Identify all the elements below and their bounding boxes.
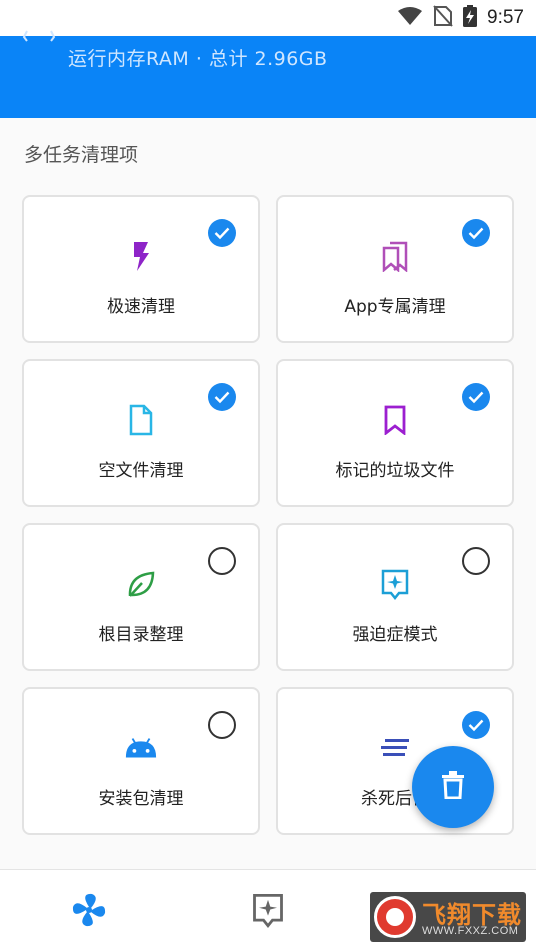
watermark: 飞翔下载 WWW.FXXZ.COM <box>370 892 526 942</box>
sparkle-box-icon <box>251 892 285 932</box>
option-label: 强迫症模式 <box>352 625 438 645</box>
cleanup-options-grid: 极速清理 App专属清理 空文件清理 标记的垃圾文件 根目录整理 强迫症模式 安… <box>22 195 514 835</box>
option-label: 空文件清理 <box>98 461 184 481</box>
leaf-icon <box>124 567 158 601</box>
trash-icon <box>441 771 465 803</box>
watermark-logo <box>374 896 416 938</box>
bookmark-icon <box>378 403 412 437</box>
option-card-empty-file-clean[interactable]: 空文件清理 <box>22 359 260 507</box>
checkbox-checked[interactable] <box>208 219 236 247</box>
checkbox-checked[interactable] <box>462 219 490 247</box>
nav-item-clean[interactable] <box>69 892 109 932</box>
watermark-url: WWW.FXXZ.COM <box>422 925 519 937</box>
option-label: 标记的垃圾文件 <box>335 461 455 481</box>
option-label: App专属清理 <box>344 297 446 317</box>
android-icon <box>124 731 158 765</box>
option-label: 极速清理 <box>107 297 175 317</box>
option-card-root-organize[interactable]: 根目录整理 <box>22 523 260 671</box>
status-time: 9:57 <box>487 7 524 28</box>
wifi-icon <box>397 6 423 30</box>
ram-header: 运行内存RAM · 总计 2.96GB <box>0 30 536 118</box>
option-card-apk-clean[interactable]: 安装包清理 <box>22 687 260 835</box>
checkbox-unchecked[interactable] <box>208 711 236 739</box>
checkbox-checked[interactable] <box>208 383 236 411</box>
sparkle-box-icon <box>378 567 412 601</box>
checkbox-checked[interactable] <box>462 383 490 411</box>
no-sim-icon <box>433 5 453 31</box>
option-card-marked-junk[interactable]: 标记的垃圾文件 <box>276 359 514 507</box>
status-bar: 9:57 <box>0 0 536 36</box>
section-title: 多任务清理项 <box>24 144 139 166</box>
option-label: 安装包清理 <box>98 789 184 809</box>
ram-total-text: 运行内存RAM · 总计 2.96GB <box>68 48 328 70</box>
chevron-icon <box>22 28 56 42</box>
bookmarks-icon <box>378 239 412 273</box>
option-card-ocd-mode[interactable]: 强迫症模式 <box>276 523 514 671</box>
clean-fab-button[interactable] <box>412 746 494 828</box>
lightning-icon <box>124 239 158 273</box>
checkbox-unchecked[interactable] <box>208 547 236 575</box>
battery-charging-icon <box>463 5 478 31</box>
option-card-app-clean[interactable]: App专属清理 <box>276 195 514 343</box>
option-card-speed-clean[interactable]: 极速清理 <box>22 195 260 343</box>
checkbox-checked[interactable] <box>462 711 490 739</box>
status-icons: 9:57 <box>397 5 524 31</box>
fan-icon <box>70 891 108 933</box>
option-label: 根目录整理 <box>98 625 184 645</box>
file-icon <box>124 403 158 437</box>
lines-icon <box>378 731 412 765</box>
checkbox-unchecked[interactable] <box>462 547 490 575</box>
nav-item-ocd[interactable] <box>248 892 288 932</box>
